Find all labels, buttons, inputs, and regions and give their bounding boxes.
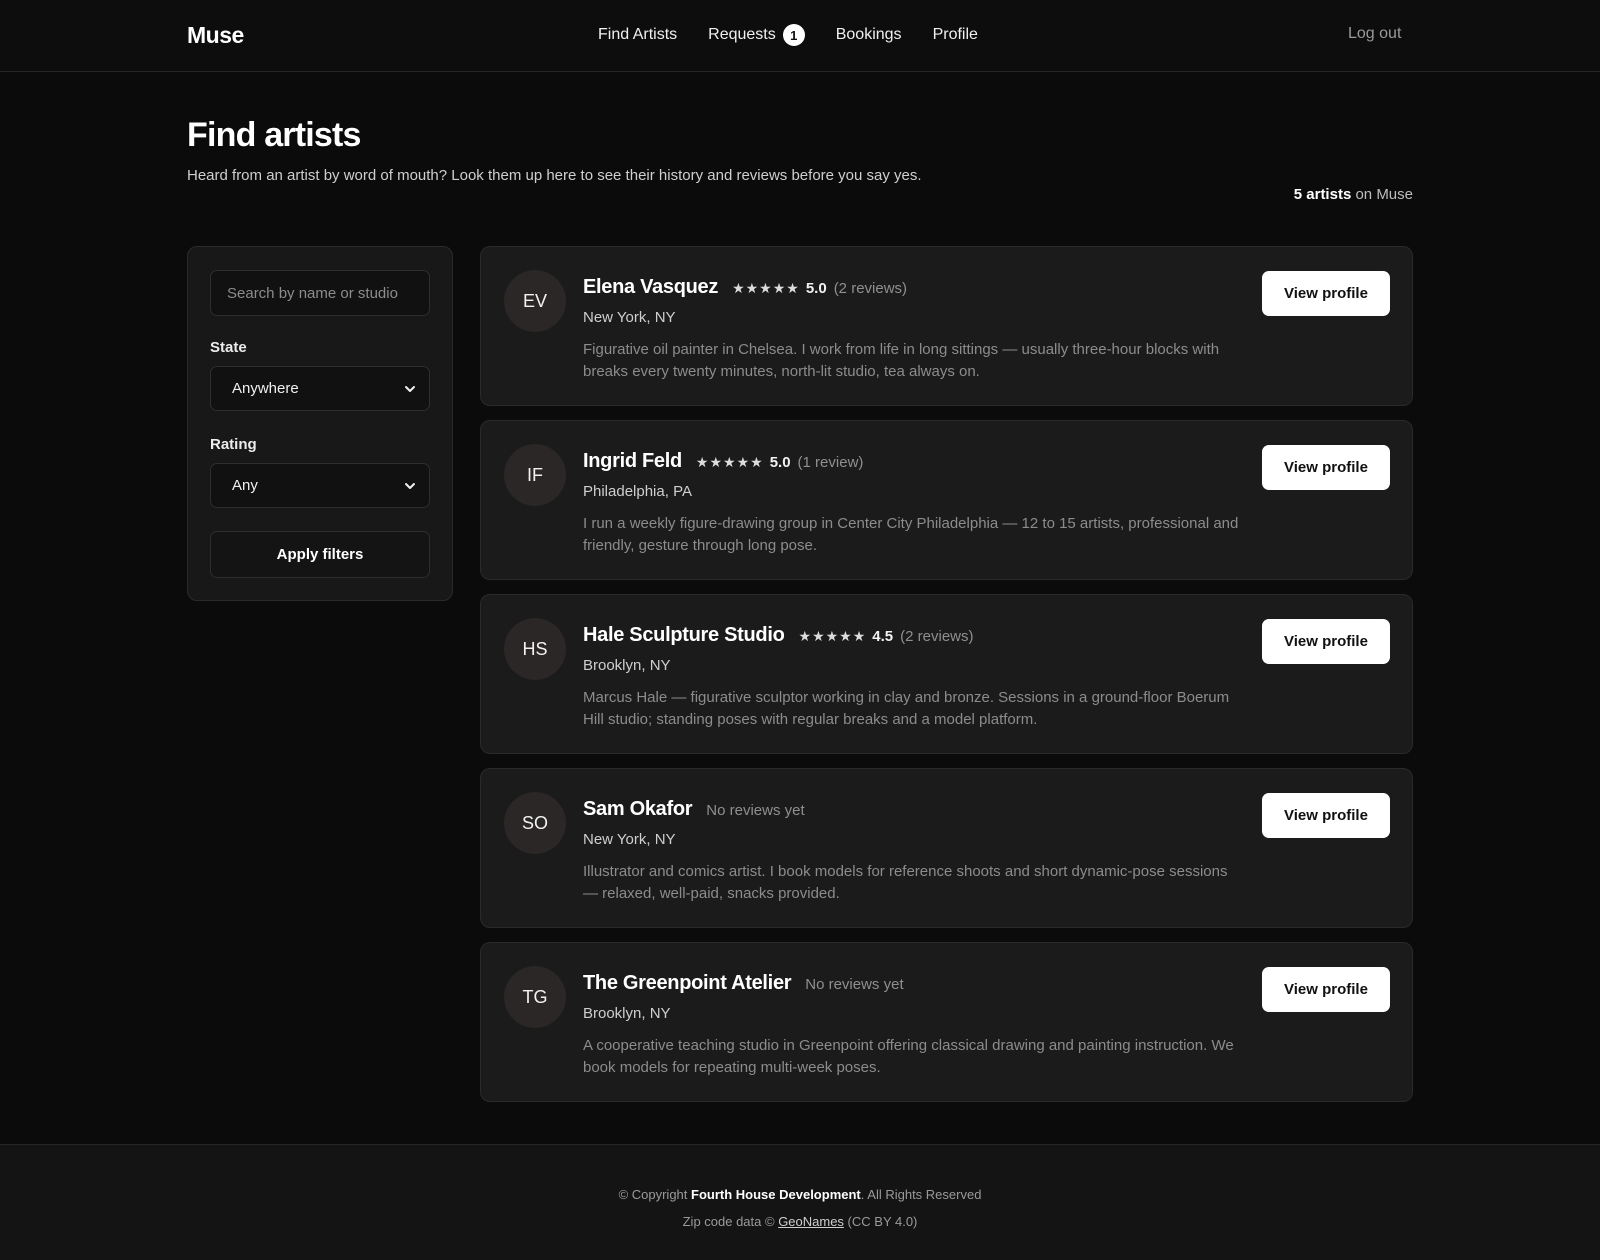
avatar: TG [504, 966, 566, 1028]
artist-card: HS Hale Sculpture Studio ★★★★★ 4.5 (2 re… [480, 594, 1413, 754]
rating-value: 5.0 [805, 280, 827, 297]
state-label: State [210, 339, 247, 356]
state-select[interactable]: Anywhere [210, 366, 430, 411]
artist-name-row: The Greenpoint Atelier No reviews yet [583, 972, 904, 995]
footer: © Copyright Fourth House Development. Al… [0, 1144, 1600, 1260]
view-profile-button[interactable]: View profile [1262, 967, 1390, 1012]
top-navigation-bar: Muse Find Artists Requests 1 Bookings Pro… [0, 0, 1600, 72]
nav-profile[interactable]: Profile [933, 26, 978, 44]
logo[interactable]: Muse [187, 22, 244, 49]
no-reviews-label: No reviews yet [805, 976, 904, 993]
artist-name-row: Elena Vasquez ★★★★★ 5.0 (2 reviews) [583, 276, 907, 299]
artist-count-number: 5 artists [1293, 186, 1352, 203]
rating-value: 5.0 [769, 454, 791, 471]
nav-label: Find Artists [598, 26, 678, 43]
artist-card: TG The Greenpoint Atelier No reviews yet… [480, 942, 1413, 1102]
zip-suffix: (CC BY 4.0) [843, 1214, 918, 1229]
copyright-suffix: . All Rights Reserved [860, 1187, 982, 1202]
logout-link[interactable]: Log out [1348, 25, 1401, 43]
requests-count-badge: 1 [782, 24, 805, 46]
page-subtitle: Heard from an artist by word of mouth? L… [187, 167, 922, 184]
rating-value: 4.5 [872, 628, 894, 645]
filter-panel: State Anywhere Rating Any Apply filters [187, 246, 453, 601]
artist-location: New York, NY [583, 309, 676, 326]
view-profile-button[interactable]: View profile [1262, 445, 1390, 490]
nav-bookings[interactable]: Bookings [836, 26, 902, 44]
artist-name: Elena Vasquez [583, 276, 719, 298]
avatar: IF [504, 444, 566, 506]
copyright-prefix: © Copyright [618, 1187, 692, 1202]
artist-location: New York, NY [583, 831, 676, 848]
artist-card: EV Elena Vasquez ★★★★★ 5.0 (2 reviews) N… [480, 246, 1413, 406]
avatar: SO [504, 792, 566, 854]
geonames-link[interactable]: GeoNames [778, 1214, 844, 1229]
artist-name: Hale Sculpture Studio [583, 624, 785, 646]
no-reviews-label: No reviews yet [706, 802, 805, 819]
nav-label: Bookings [835, 26, 902, 43]
rating-select-value: Any [232, 477, 258, 494]
artist-count: 5 artists on Muse [1294, 186, 1413, 203]
artist-location: Brooklyn, NY [583, 657, 671, 674]
chevron-down-icon [405, 482, 415, 489]
view-profile-button[interactable]: View profile [1262, 619, 1390, 664]
artist-description: A cooperative teaching studio in Greenpo… [583, 1037, 1234, 1076]
artist-description: I run a weekly figure-drawing group in C… [583, 515, 1239, 554]
page-title: Find artists [187, 116, 361, 154]
star-rating-icon: ★★★★★ [732, 280, 800, 296]
artist-name: Ingrid Feld [583, 450, 682, 472]
artist-description: Figurative oil painter in Chelsea. I wor… [583, 341, 1220, 380]
review-count: (2 reviews) [833, 280, 908, 297]
company-name: Fourth House Development [691, 1187, 861, 1202]
chevron-down-icon [405, 385, 415, 392]
search-input[interactable] [210, 270, 430, 316]
nav-find-artists[interactable]: Find Artists [598, 26, 677, 44]
artist-description: Illustrator and comics artist. I book mo… [583, 863, 1228, 902]
review-count: (1 review) [797, 454, 864, 471]
artist-card: IF Ingrid Feld ★★★★★ 5.0 (1 review) Phil… [480, 420, 1413, 580]
review-count: (2 reviews) [900, 628, 974, 645]
artist-name-row: Hale Sculpture Studio ★★★★★ 4.5 (2 revie… [583, 624, 974, 647]
nav-label: Profile [932, 26, 978, 43]
star-rating-icon: ★★★★★ [798, 628, 867, 644]
artist-location: Philadelphia, PA [583, 483, 692, 500]
artist-location: Brooklyn, NY [583, 1005, 671, 1022]
artist-name: Sam Okafor [583, 798, 693, 820]
artist-description: Marcus Hale — figurative sculptor workin… [583, 689, 1230, 728]
artist-count-suffix: on Muse [1351, 186, 1413, 203]
apply-filters-button[interactable]: Apply filters [210, 531, 430, 578]
avatar: EV [504, 270, 566, 332]
avatar: HS [504, 618, 566, 680]
view-profile-button[interactable]: View profile [1262, 271, 1390, 316]
view-profile-button[interactable]: View profile [1262, 793, 1390, 838]
nav-label: Requests [708, 26, 776, 43]
footer-attribution: Zip code data © GeoNames (CC BY 4.0) [0, 1214, 1600, 1229]
artist-name: The Greenpoint Atelier [583, 972, 792, 994]
main-nav: Find Artists Requests 1 Bookings Profile [598, 24, 978, 46]
artist-card: SO Sam Okafor No reviews yet New York, N… [480, 768, 1413, 928]
star-rating-icon: ★★★★★ [695, 454, 764, 470]
rating-label: Rating [210, 436, 257, 453]
footer-copyright: © Copyright Fourth House Development. Al… [0, 1187, 1600, 1202]
artist-name-row: Ingrid Feld ★★★★★ 5.0 (1 review) [583, 450, 863, 473]
zip-prefix: Zip code data © [682, 1214, 779, 1229]
state-select-value: Anywhere [232, 380, 299, 397]
rating-select[interactable]: Any [210, 463, 430, 508]
artist-name-row: Sam Okafor No reviews yet [583, 798, 805, 821]
nav-requests[interactable]: Requests 1 [708, 24, 805, 46]
